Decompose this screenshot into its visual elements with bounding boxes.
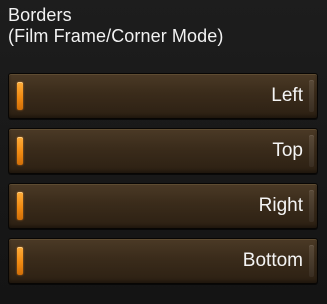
slider-label-bottom: Bottom	[242, 250, 303, 271]
slider-label-right: Right	[258, 195, 303, 216]
slider-handle[interactable]	[17, 192, 23, 220]
panel-subtitle: (Film Frame/Corner Mode)	[8, 26, 224, 46]
slider-end-cap	[309, 190, 314, 222]
slider-label-left: Left	[271, 85, 303, 106]
slider-handle[interactable]	[17, 82, 23, 110]
slider-handle[interactable]	[17, 137, 23, 165]
borders-panel: Borders (Film Frame/Corner Mode) Left To…	[0, 0, 327, 304]
slider-end-cap	[309, 245, 314, 277]
panel-header: Borders (Film Frame/Corner Mode)	[8, 5, 318, 63]
slider-handle[interactable]	[17, 247, 23, 275]
right-border-slider[interactable]: Right	[8, 183, 318, 229]
left-border-slider[interactable]: Left	[8, 73, 318, 119]
panel-title: Borders	[8, 5, 72, 25]
slider-label-top: Top	[272, 140, 303, 161]
slider-end-cap	[309, 80, 314, 112]
top-border-slider[interactable]: Top	[8, 128, 318, 174]
bottom-border-slider[interactable]: Bottom	[8, 238, 318, 284]
slider-end-cap	[309, 135, 314, 167]
